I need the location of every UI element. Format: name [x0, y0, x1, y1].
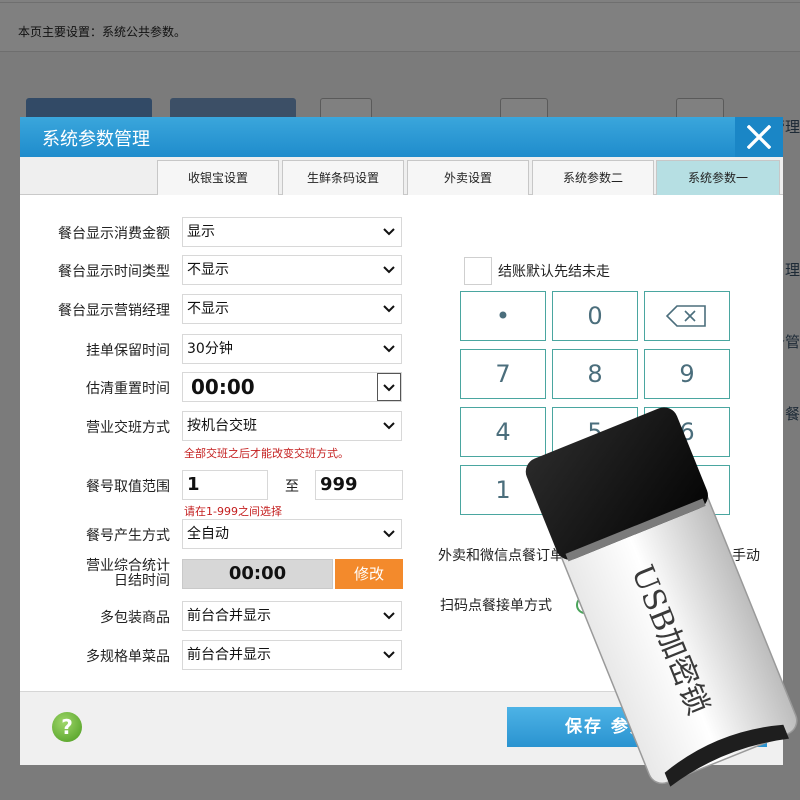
shift-mode-value: 按机台交班 [187, 418, 257, 434]
scan-order-auto-label: 自 [600, 598, 614, 614]
close-icon [747, 125, 771, 149]
chevron-down-icon [383, 305, 395, 313]
daily-close-label: 营业综合统计 日结时间 [30, 559, 170, 589]
chevron-down-icon [383, 530, 395, 538]
takeaway-manual-radio[interactable] [708, 546, 726, 564]
reset-time-picker[interactable]: 00:00 [182, 372, 402, 402]
sales-manager-select[interactable]: 不显示 [182, 294, 402, 324]
save-params-button[interactable]: 保存 参数 [507, 707, 767, 747]
chevron-down-icon [383, 345, 395, 353]
multi-pack-value: 前台合并显示 [187, 608, 271, 624]
help-icon[interactable]: ? [52, 712, 82, 742]
takeaway-order-label: 外卖和微信点餐订单下 [438, 548, 578, 564]
sales-manager-label: 餐台显示营销经理 [58, 303, 170, 319]
keypad-key-7[interactable]: 7 [460, 349, 546, 399]
consume-amount-select[interactable]: 显示 [182, 217, 402, 247]
shift-mode-hint: 全部交班之后才能改变交班方式。 [184, 447, 349, 460]
keypad-key-9[interactable]: 9 [644, 349, 730, 399]
reset-time-value: 00:00 [191, 375, 255, 399]
shift-mode-select[interactable]: 按机台交班 [182, 411, 402, 441]
reset-time-dropdown-button[interactable] [377, 373, 401, 401]
chevron-down-icon [383, 266, 395, 274]
sales-manager-value: 不显示 [187, 301, 229, 317]
hold-time-select[interactable]: 30分钟 [182, 334, 402, 364]
dialog-footer: ? 保存 参数 [20, 691, 783, 765]
keypad-key-5[interactable]: 5 [552, 407, 638, 457]
background-side-text: 餐 [784, 405, 800, 423]
number-mode-label: 餐号产生方式 [86, 528, 170, 544]
scan-order-label: 扫码点餐接单方式 [440, 598, 552, 614]
keypad-key-8[interactable]: 8 [552, 349, 638, 399]
number-range-hint: 请在1-999之间选择 [184, 505, 282, 518]
daily-close-label-line2: 日结时间 [114, 573, 170, 589]
close-button[interactable] [735, 117, 783, 157]
number-range-to-input[interactable]: 999 [315, 470, 403, 500]
number-mode-value: 全自动 [187, 526, 229, 542]
tab-takeaway[interactable]: 外卖设置 [407, 160, 529, 195]
tab-system-params-1[interactable]: 系统参数一 [656, 160, 780, 195]
checkout-default-checkbox[interactable] [464, 257, 492, 285]
multi-spec-value: 前台合并显示 [187, 647, 271, 663]
tab-strip: 收银宝设置 生鲜条码设置 外卖设置 系统参数二 系统参数一 [20, 157, 783, 195]
number-range-separator: 至 [285, 479, 299, 495]
checkout-default-label: 结账默认先结未走 [498, 264, 610, 280]
daily-close-label-line1: 营业综合统计 [86, 558, 170, 574]
chevron-down-icon [383, 612, 395, 620]
keypad-backspace-key[interactable] [644, 291, 730, 341]
tab-fresh-barcode[interactable]: 生鲜条码设置 [282, 160, 404, 195]
edit-close-time-button[interactable]: 修改 [335, 559, 403, 589]
tab-system-params-2[interactable]: 系统参数二 [532, 160, 654, 195]
multi-spec-label: 多规格单菜品 [86, 649, 170, 665]
system-params-dialog: 系统参数管理 收银宝设置 生鲜条码设置 外卖设置 系统参数二 系统参数一 餐台显… [20, 117, 783, 765]
time-type-select[interactable]: 不显示 [182, 255, 402, 285]
background-header: 本页主要设置：系统公共参数。 [0, 0, 800, 52]
consume-amount-value: 显示 [187, 224, 215, 240]
scan-order-other-label: 接单 [722, 598, 750, 614]
settings-panel: 餐台显示消费金额 显示 餐台显示时间类型 不显示 餐台显示营销经理 不显示 挂单… [20, 195, 783, 691]
chevron-down-icon [383, 651, 395, 659]
dialog-title: 系统参数管理 [42, 129, 150, 150]
backspace-icon [665, 305, 706, 327]
daily-close-time: 00:00 [182, 559, 333, 589]
shift-mode-label: 营业交班方式 [86, 420, 170, 436]
tab-cashier[interactable]: 收银宝设置 [157, 160, 279, 195]
keypad-key-2[interactable]: 2 [552, 465, 638, 515]
background-page-note: 本页主要设置：系统公共参数。 [18, 25, 187, 39]
scan-order-auto-radio[interactable] [576, 596, 594, 614]
number-mode-select[interactable]: 全自动 [182, 519, 402, 549]
keypad-key-4[interactable]: 4 [460, 407, 546, 457]
consume-amount-label: 餐台显示消费金额 [58, 226, 170, 242]
keypad-key-1[interactable]: 1 [460, 465, 546, 515]
number-range-label: 餐号取值范围 [86, 479, 170, 495]
background-side-text: 理 [784, 261, 800, 279]
multi-spec-select[interactable]: 前台合并显示 [182, 640, 402, 670]
hold-time-value: 30分钟 [187, 341, 233, 357]
keypad-key-0[interactable]: 0 [552, 291, 638, 341]
time-type-value: 不显示 [187, 262, 229, 278]
takeaway-manual-label: 手动 [732, 548, 760, 564]
time-type-label: 餐台显示时间类型 [58, 264, 170, 280]
keypad-key-6[interactable]: 6 [644, 407, 730, 457]
chevron-down-icon [383, 384, 395, 392]
numeric-keypad: • 0 7 8 9 4 5 6 1 2 3 [460, 291, 734, 525]
keypad-key-3[interactable]: 3 [644, 465, 730, 515]
chevron-down-icon [383, 228, 395, 236]
multi-pack-select[interactable]: 前台合并显示 [182, 601, 402, 631]
background-divider [0, 2, 800, 3]
reset-time-label: 估清重置时间 [86, 381, 170, 397]
multi-pack-label: 多包装商品 [100, 610, 170, 626]
dialog-title-bar: 系统参数管理 [20, 117, 783, 157]
keypad-dot-key[interactable]: • [460, 291, 546, 341]
chevron-down-icon [383, 422, 395, 430]
hold-time-label: 挂单保留时间 [86, 343, 170, 359]
number-range-from-input[interactable]: 1 [182, 470, 268, 500]
